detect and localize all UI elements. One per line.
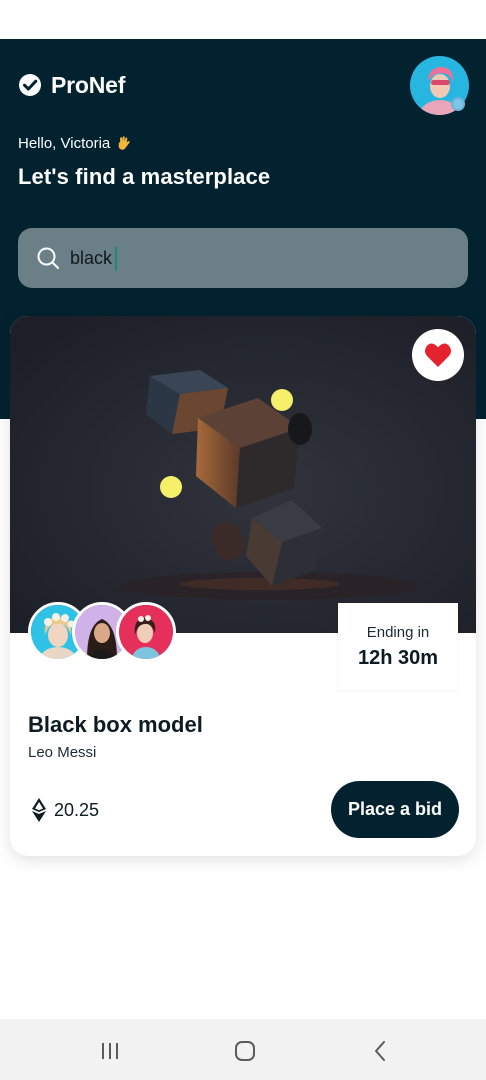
favorite-button[interactable] <box>412 329 464 381</box>
nft-card[interactable]: Ending in 12h 30m Black box model Leo Me… <box>10 316 476 856</box>
text-cursor <box>115 247 117 271</box>
home-icon[interactable] <box>233 1039 257 1063</box>
auction-timer: Ending in 12h 30m <box>338 603 458 690</box>
back-icon[interactable] <box>369 1039 393 1063</box>
verified-badge <box>451 97 465 111</box>
ethereum-icon <box>32 798 46 822</box>
brand-logo: ProNef <box>18 72 125 98</box>
place-bid-button[interactable]: Place a bid <box>331 781 459 838</box>
search-input[interactable] <box>70 247 430 269</box>
bidder-avatars <box>28 602 178 662</box>
page-title: Let's find a masterplace <box>18 164 271 189</box>
ending-time: 12h 30m <box>357 646 439 669</box>
price-value: 20.25 <box>54 799 100 820</box>
waving-hand-icon <box>119 136 130 150</box>
heart-icon <box>424 343 452 367</box>
system-nav-bar <box>0 1019 486 1080</box>
greeting-text: Hello, Victoria <box>18 135 111 152</box>
search-bar[interactable] <box>18 228 468 288</box>
item-title[interactable]: Black box model <box>28 712 203 738</box>
ending-label: Ending in <box>366 623 430 641</box>
bidder-avatar[interactable] <box>116 602 176 662</box>
price: 20.25 <box>32 798 99 822</box>
brand-name: ProNef <box>51 71 126 98</box>
artwork-image[interactable] <box>10 316 476 633</box>
greeting: Hello, Victoria <box>18 135 132 152</box>
item-artist[interactable]: Leo Messi <box>28 744 96 761</box>
check-circle-icon <box>19 74 41 96</box>
status-bar <box>0 0 486 39</box>
recent-apps-icon[interactable] <box>98 1039 122 1063</box>
search-icon <box>37 247 59 269</box>
